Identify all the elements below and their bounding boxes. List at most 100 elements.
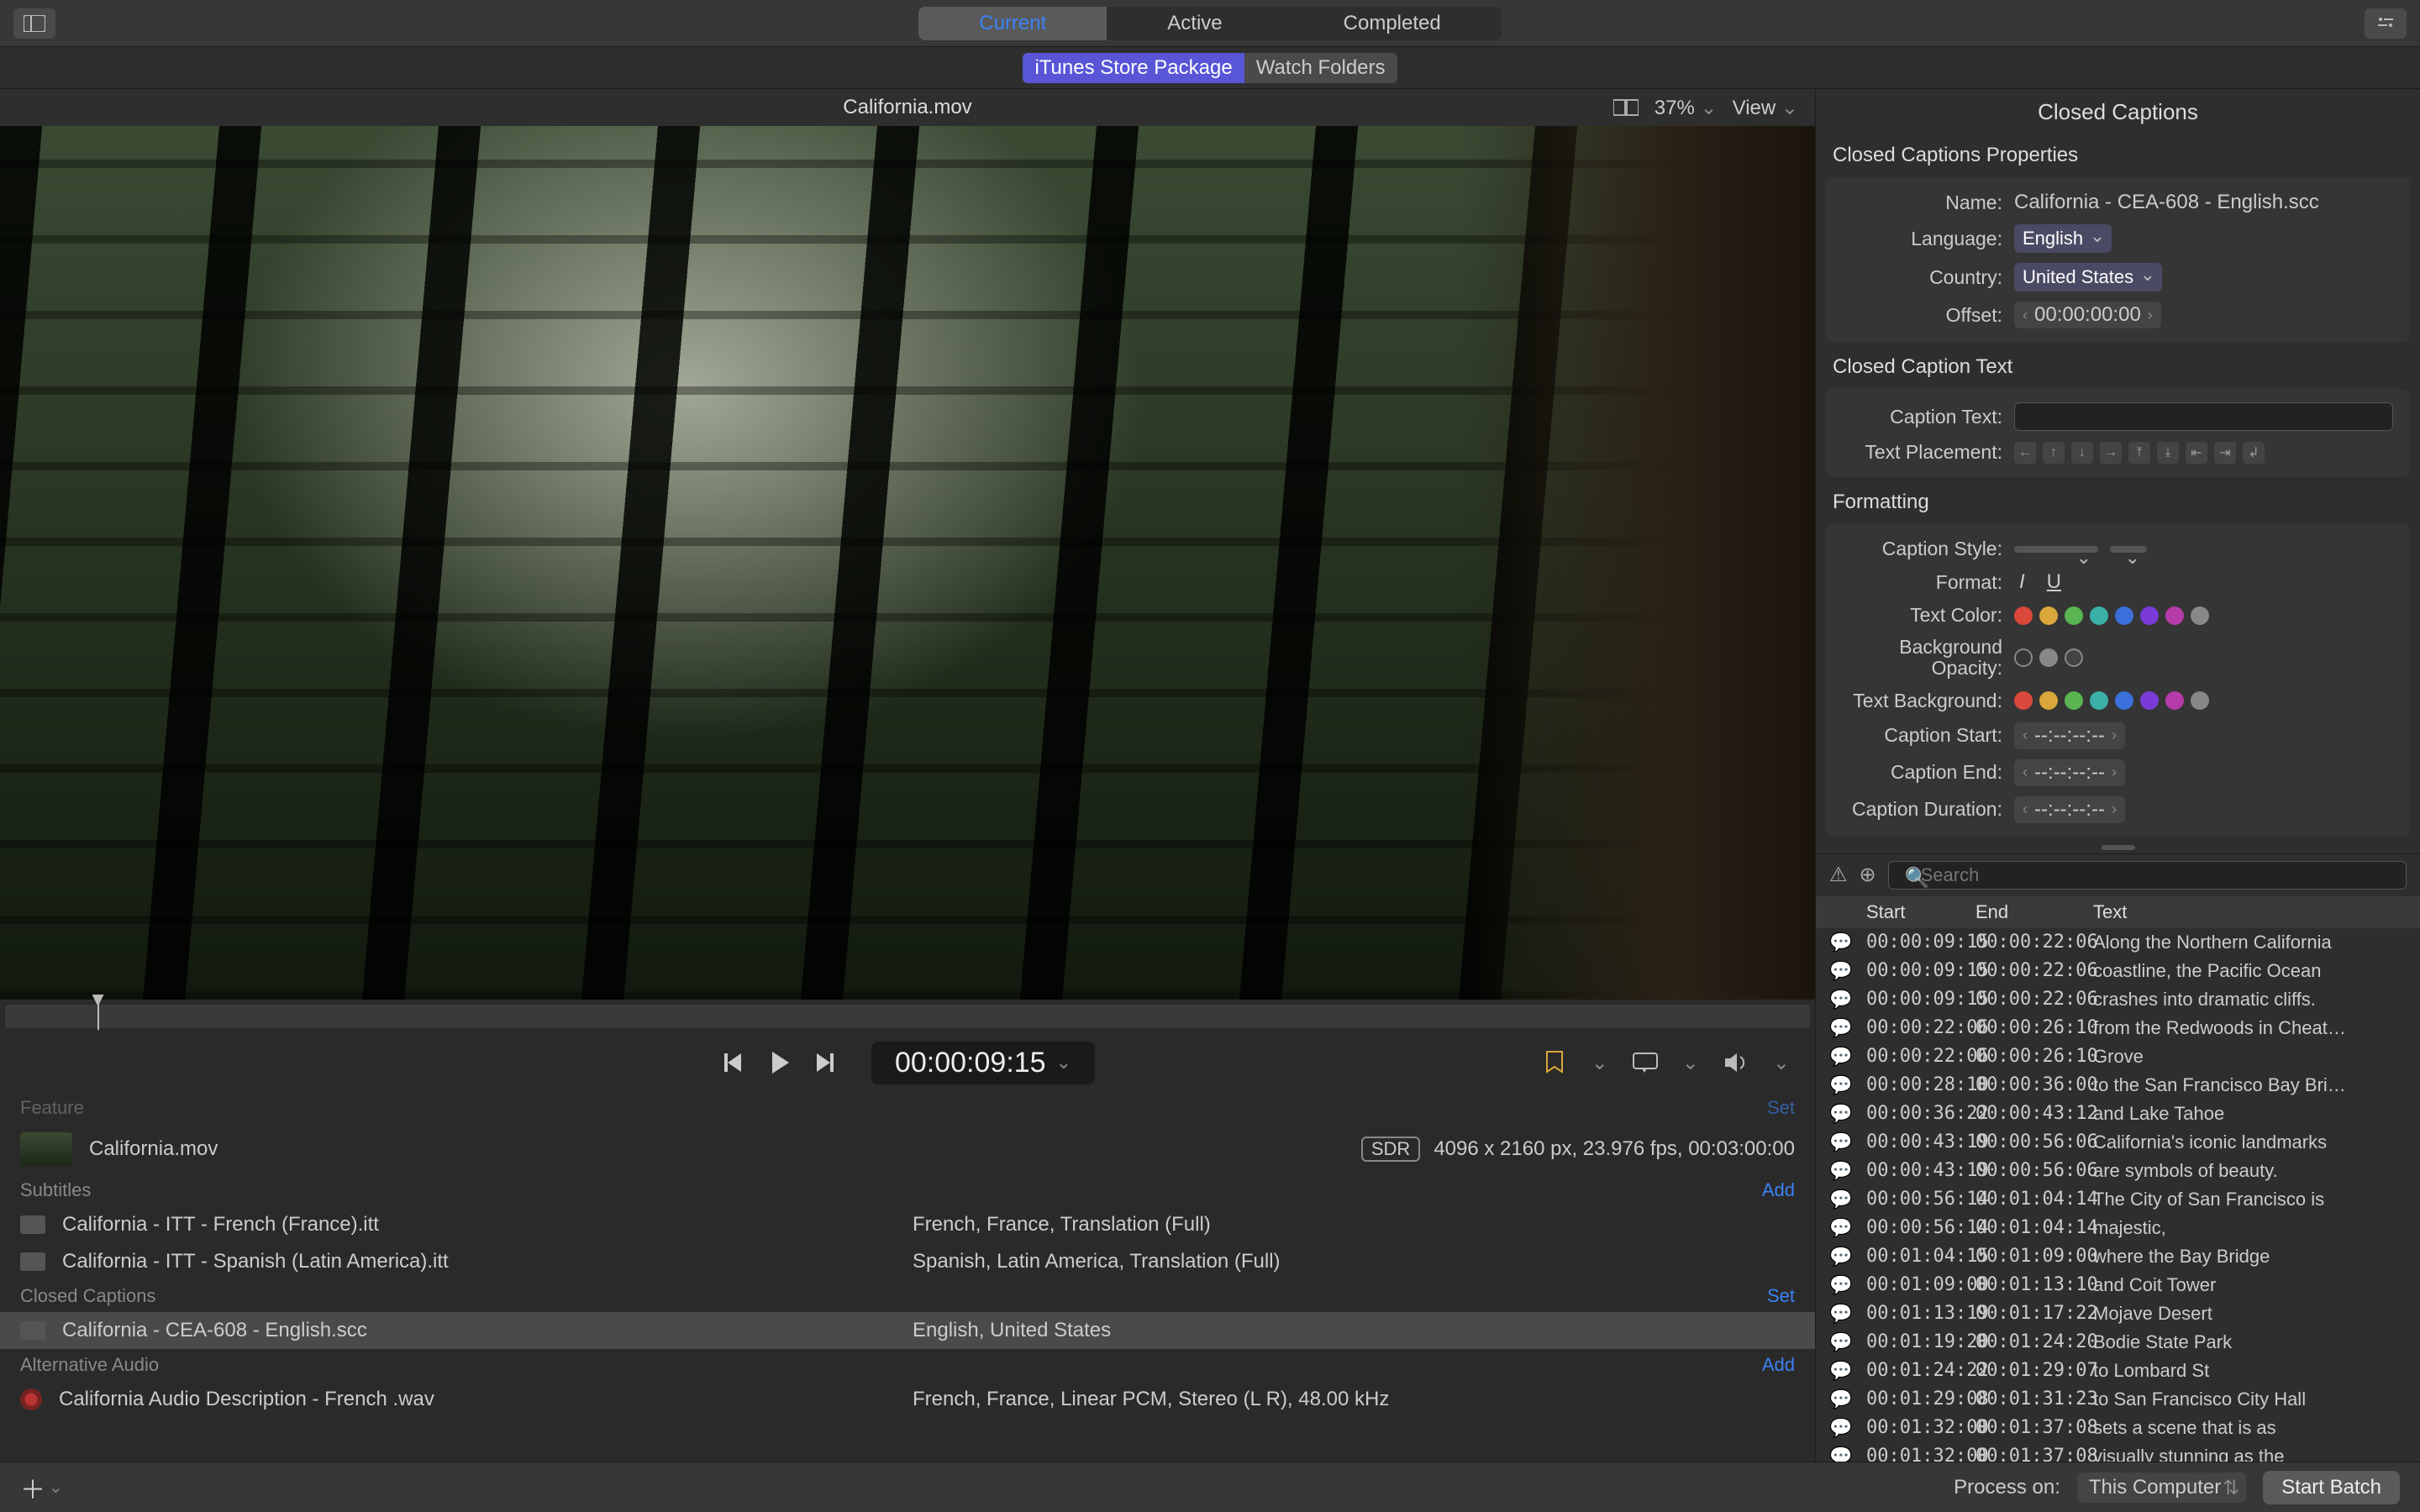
video-viewer[interactable]	[0, 126, 1815, 1000]
italic-button[interactable]: I	[2014, 570, 2030, 594]
inspector-toggle-button[interactable]	[2365, 8, 2407, 39]
language-select[interactable]: English	[2014, 224, 2112, 253]
caption-row[interactable]: 💬00:00:22:0600:00:26:10from the Redwoods…	[1816, 1014, 2420, 1042]
underline-button[interactable]: U	[2042, 570, 2066, 594]
opacity-swatch[interactable]	[2065, 648, 2083, 667]
caption-duration-field[interactable]: ‹--:--:--:--›	[2014, 796, 2125, 823]
caption-row[interactable]: 💬00:00:36:2200:00:43:12and Lake Tahoe	[1816, 1100, 2420, 1128]
color-swatch[interactable]	[2014, 691, 2033, 710]
alt-audio-section-label: Alternative Audio	[20, 1354, 159, 1376]
color-swatch[interactable]	[2191, 691, 2209, 710]
start-batch-button[interactable]: Start Batch	[2263, 1471, 2400, 1504]
feature-set-link[interactable]: Set	[1767, 1097, 1795, 1119]
placement-right[interactable]: →	[2100, 442, 2122, 464]
process-on-picker[interactable]: This Computer	[2077, 1473, 2246, 1503]
color-swatch[interactable]	[2115, 606, 2133, 625]
subtitle-row[interactable]: California - ITT - Spanish (Latin Americ…	[0, 1243, 1815, 1280]
add-menu-button[interactable]: ＋⌄	[20, 1469, 63, 1506]
color-swatch[interactable]	[2090, 606, 2108, 625]
prev-button[interactable]	[720, 1049, 747, 1076]
view-dropdown[interactable]: View ⌄	[1733, 96, 1798, 120]
timecode-display[interactable]: 00:00:09:15⌄	[871, 1042, 1095, 1084]
placement-end[interactable]: ⇥	[2214, 442, 2236, 464]
col-text[interactable]: Text	[2093, 901, 2407, 923]
split-drag-handle[interactable]	[1816, 842, 2420, 853]
next-button[interactable]	[811, 1049, 838, 1076]
caption-row[interactable]: 💬00:01:32:0000:01:37:08sets a scene that…	[1816, 1414, 2420, 1442]
color-swatch[interactable]	[2165, 606, 2184, 625]
opacity-swatch[interactable]	[2014, 648, 2033, 667]
timeline-scrubber[interactable]	[5, 1005, 1810, 1028]
country-select[interactable]: United States	[2014, 263, 2162, 291]
caption-row[interactable]: 💬00:00:56:1400:01:04:14The City of San F…	[1816, 1185, 2420, 1214]
placement-bottom[interactable]: ⤓	[2157, 442, 2179, 464]
caption-row[interactable]: 💬00:01:09:0000:01:13:10and Coit Tower	[1816, 1271, 2420, 1299]
caption-search-input[interactable]	[1888, 861, 2407, 890]
caption-icon[interactable]	[1632, 1049, 1659, 1076]
color-swatch[interactable]	[2165, 691, 2184, 710]
alt-audio-add-link[interactable]: Add	[1762, 1354, 1795, 1376]
caption-row[interactable]: 💬00:00:09:1500:00:22:06crashes into dram…	[1816, 985, 2420, 1014]
offset-decrement[interactable]: ‹	[2023, 307, 2028, 324]
color-swatch[interactable]	[2039, 606, 2058, 625]
caption-text-input[interactable]	[2014, 402, 2393, 431]
tab-completed[interactable]: Completed	[1283, 7, 1502, 40]
color-swatch[interactable]	[2065, 691, 2083, 710]
offset-increment[interactable]: ›	[2148, 307, 2153, 324]
opacity-swatch[interactable]	[2039, 648, 2058, 667]
placement-up[interactable]: ↑	[2043, 442, 2065, 464]
pill-itunes-package[interactable]: iTunes Store Package	[1023, 53, 1244, 83]
playhead[interactable]	[97, 1003, 99, 1030]
volume-icon[interactable]	[1723, 1049, 1749, 1076]
caption-row[interactable]: 💬00:00:09:1500:00:22:06Along the Norther…	[1816, 928, 2420, 957]
caption-style-select[interactable]	[2014, 546, 2098, 553]
placement-start[interactable]: ⇤	[2186, 442, 2207, 464]
placement-left[interactable]: ←	[2014, 442, 2036, 464]
caption-row[interactable]: 💬00:00:43:1900:00:56:06California's icon…	[1816, 1128, 2420, 1157]
col-end[interactable]: End	[1975, 901, 2093, 923]
zoom-dropdown[interactable]: 37% ⌄	[1655, 96, 1718, 120]
subtitle-row[interactable]: California - ITT - French (France).itt F…	[0, 1206, 1815, 1243]
cc-row[interactable]: California - CEA-608 - English.scc Engli…	[0, 1312, 1815, 1349]
play-button[interactable]	[765, 1049, 792, 1076]
caption-row[interactable]: 💬00:00:56:1400:01:04:14majestic,	[1816, 1214, 2420, 1242]
caption-row[interactable]: 💬00:00:43:1900:00:56:06are symbols of be…	[1816, 1157, 2420, 1185]
color-swatch[interactable]	[2065, 606, 2083, 625]
tab-current[interactable]: Current	[918, 7, 1107, 40]
caption-row[interactable]: 💬00:00:28:1000:00:36:00to the San Franci…	[1816, 1071, 2420, 1100]
feature-row[interactable]: California.mov SDR 4096 x 2160 px, 23.97…	[0, 1124, 1815, 1174]
caption-row[interactable]: 💬00:01:32:0000:01:37:08visually stunning…	[1816, 1442, 2420, 1462]
caption-row[interactable]: 💬00:00:22:0600:00:26:10Grove	[1816, 1042, 2420, 1071]
compare-icon[interactable]	[1612, 94, 1639, 121]
caption-style-secondary[interactable]	[2110, 546, 2147, 553]
color-swatch[interactable]	[2090, 691, 2108, 710]
caption-row[interactable]: 💬00:01:29:0800:01:31:23to San Francisco …	[1816, 1385, 2420, 1414]
col-start[interactable]: Start	[1866, 901, 1975, 923]
alt-audio-row[interactable]: California Audio Description - French .w…	[0, 1381, 1815, 1418]
warning-icon[interactable]: ⚠	[1829, 863, 1848, 887]
offset-field[interactable]: ‹ 00:00:00:00 ›	[2014, 302, 2161, 328]
placement-down[interactable]: ↓	[2071, 442, 2093, 464]
subtitles-add-link[interactable]: Add	[1762, 1179, 1795, 1201]
sidebar-toggle-button[interactable]	[13, 8, 55, 39]
color-swatch[interactable]	[2140, 691, 2159, 710]
placement-top[interactable]: ⤒	[2128, 442, 2150, 464]
color-swatch[interactable]	[2039, 691, 2058, 710]
caption-row[interactable]: 💬00:01:13:1900:01:17:22Mojave Desert	[1816, 1299, 2420, 1328]
caption-row[interactable]: 💬00:01:19:2000:01:24:20Bodie State Park	[1816, 1328, 2420, 1357]
pill-watch-folders[interactable]: Watch Folders	[1244, 53, 1397, 83]
color-swatch[interactable]	[2191, 606, 2209, 625]
color-swatch[interactable]	[2115, 691, 2133, 710]
placement-newline[interactable]: ↲	[2243, 442, 2265, 464]
caption-row[interactable]: 💬00:01:24:2200:01:29:07to Lombard St	[1816, 1357, 2420, 1385]
caption-row[interactable]: 💬00:00:09:1500:00:22:06coastline, the Pa…	[1816, 957, 2420, 985]
color-swatch[interactable]	[2014, 606, 2033, 625]
caption-start-field[interactable]: ‹--:--:--:--›	[2014, 722, 2125, 749]
color-swatch[interactable]	[2140, 606, 2159, 625]
caption-row[interactable]: 💬00:01:04:1500:01:09:00where the Bay Bri…	[1816, 1242, 2420, 1271]
add-caption-button[interactable]: ⊕	[1860, 863, 1876, 887]
tab-active[interactable]: Active	[1107, 7, 1282, 40]
caption-end-field[interactable]: ‹--:--:--:--›	[2014, 759, 2125, 786]
cc-set-link[interactable]: Set	[1767, 1285, 1795, 1307]
marker-icon[interactable]	[1541, 1049, 1568, 1076]
